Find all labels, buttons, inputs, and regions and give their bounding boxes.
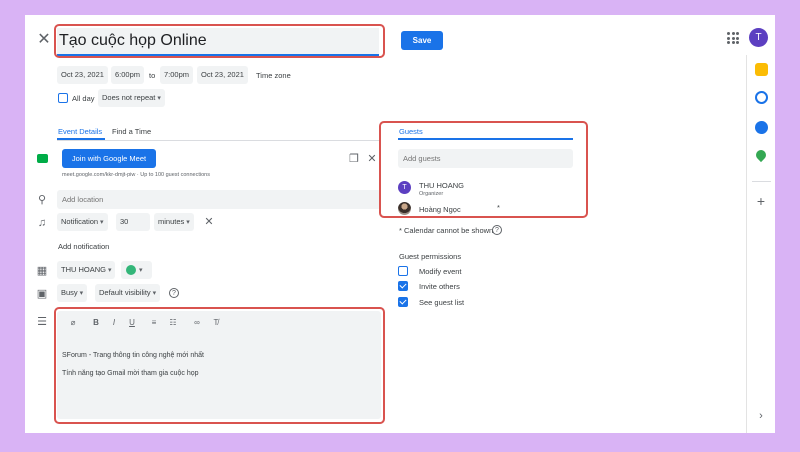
permission-label: Invite others bbox=[419, 282, 460, 291]
calendar-owner: THU HOANG bbox=[61, 265, 106, 274]
bold-icon[interactable]: B bbox=[90, 317, 102, 329]
calendar-note: * Calendar cannot be shown bbox=[399, 226, 494, 235]
attachment-icon[interactable]: ⌀ bbox=[67, 317, 79, 329]
event-color-dropdown[interactable] bbox=[121, 261, 152, 279]
color-swatch bbox=[126, 265, 136, 275]
end-date-chip[interactable]: Oct 23, 2021 bbox=[197, 66, 248, 84]
guest-role: Organizer bbox=[419, 191, 444, 197]
visibility-dropdown[interactable]: Default visibility bbox=[95, 284, 161, 302]
add-addon-icon[interactable]: + bbox=[755, 194, 767, 208]
account-avatar[interactable]: T bbox=[749, 28, 768, 47]
copy-icon[interactable]: ❐ bbox=[348, 153, 360, 165]
end-time-chip[interactable]: 7:00pm bbox=[160, 66, 194, 84]
permission-label: See guest list bbox=[419, 298, 465, 307]
guest-permissions-title: Guest permissions bbox=[399, 252, 462, 261]
repeat-value: Does not repeat bbox=[102, 93, 156, 102]
notification-amount-input[interactable]: 30 bbox=[116, 213, 150, 231]
apps-grid-icon[interactable] bbox=[727, 32, 739, 44]
see-guest-list-checkbox[interactable] bbox=[398, 297, 408, 307]
guest-marker: * bbox=[497, 203, 500, 212]
underline-icon[interactable]: U bbox=[126, 317, 138, 329]
repeat-dropdown[interactable]: Does not repeat bbox=[98, 89, 165, 107]
tasks-icon[interactable] bbox=[755, 91, 768, 104]
chevron-right-icon[interactable]: › bbox=[755, 410, 767, 422]
all-day-checkbox[interactable] bbox=[58, 93, 68, 103]
notification-unit-dropdown[interactable]: minutes bbox=[154, 213, 194, 231]
start-time-chip[interactable]: 6:00pm bbox=[111, 66, 145, 84]
clear-formatting-icon[interactable]: T̸ bbox=[210, 317, 222, 329]
tabs-divider bbox=[57, 140, 381, 141]
description-line: Tính năng tạo Gmail mời tham gia cuộc họ… bbox=[62, 370, 199, 377]
description-line: SForum - Trang thông tin công nghệ mới n… bbox=[62, 352, 204, 359]
location-input[interactable] bbox=[57, 190, 381, 209]
google-meet-icon bbox=[37, 154, 48, 163]
numbered-list-icon[interactable]: ≡ bbox=[148, 317, 160, 329]
event-title-input[interactable] bbox=[57, 28, 379, 56]
visibility-value: Default visibility bbox=[99, 288, 151, 297]
link-icon[interactable]: ∞ bbox=[191, 317, 203, 329]
side-panel-rail: + › bbox=[746, 55, 775, 433]
help-icon[interactable]: ? bbox=[492, 225, 502, 235]
modify-event-checkbox[interactable] bbox=[398, 266, 408, 276]
location-pin-icon: ⚲ bbox=[37, 194, 47, 206]
bulleted-list-icon[interactable]: ☷ bbox=[167, 317, 179, 329]
briefcase-icon: ▣ bbox=[36, 288, 48, 300]
invite-others-checkbox[interactable] bbox=[398, 281, 408, 291]
close-icon[interactable]: ✕ bbox=[37, 32, 51, 48]
calendar-owner-dropdown[interactable]: THU HOANG bbox=[57, 261, 116, 279]
remove-meet-icon[interactable]: ✕ bbox=[366, 153, 378, 165]
description-icon: ☰ bbox=[37, 316, 47, 328]
guest-name: Hoàng Ngọc bbox=[419, 205, 461, 214]
bell-icon: ♫ bbox=[37, 217, 47, 229]
busy-dropdown[interactable]: Busy bbox=[57, 284, 88, 302]
to-label: to bbox=[149, 71, 156, 80]
help-icon[interactable]: ? bbox=[169, 288, 179, 298]
notification-type: Notification bbox=[61, 217, 99, 226]
start-date-chip[interactable]: Oct 23, 2021 bbox=[57, 66, 108, 84]
rail-divider bbox=[752, 181, 771, 182]
tab-event-details[interactable]: Event Details bbox=[58, 127, 102, 136]
description-editor[interactable]: ⌀ B I U ≡ ☷ ∞ T̸ SForum - Trang thông ti… bbox=[57, 311, 381, 419]
guest-name: THU HOANG bbox=[419, 181, 464, 190]
italic-icon[interactable]: I bbox=[108, 317, 120, 329]
add-guests-input[interactable] bbox=[398, 149, 573, 168]
contacts-icon[interactable] bbox=[755, 121, 768, 134]
timezone-link[interactable]: Time zone bbox=[256, 71, 291, 80]
tab-guests[interactable]: Guests bbox=[399, 127, 423, 136]
permission-label: Modify event bbox=[419, 267, 462, 276]
keep-icon[interactable] bbox=[755, 63, 768, 76]
guest-photo bbox=[398, 202, 411, 215]
notification-unit: minutes bbox=[158, 217, 185, 226]
maps-icon[interactable] bbox=[753, 147, 769, 163]
meet-info-text: meet.google.com/kkr-dmjt-piw · Up to 100… bbox=[62, 172, 210, 178]
save-button[interactable]: Save bbox=[401, 31, 443, 50]
remove-notification-icon[interactable]: ✕ bbox=[203, 216, 215, 228]
join-google-meet-button[interactable]: Join with Google Meet bbox=[62, 149, 156, 168]
guest-avatar: T bbox=[398, 181, 411, 194]
guests-tab-underline bbox=[398, 138, 573, 140]
busy-value: Busy bbox=[61, 288, 78, 297]
calendar-event-editor: ✕ Save T Oct 23, 2021 6:00pm to 7:00pm O… bbox=[25, 15, 775, 433]
calendar-icon: ▦ bbox=[36, 265, 48, 277]
add-notification-link[interactable]: Add notification bbox=[58, 242, 109, 251]
tab-find-a-time[interactable]: Find a Time bbox=[112, 127, 151, 136]
all-day-label: All day bbox=[72, 94, 95, 103]
notification-type-dropdown[interactable]: Notification bbox=[57, 213, 108, 231]
